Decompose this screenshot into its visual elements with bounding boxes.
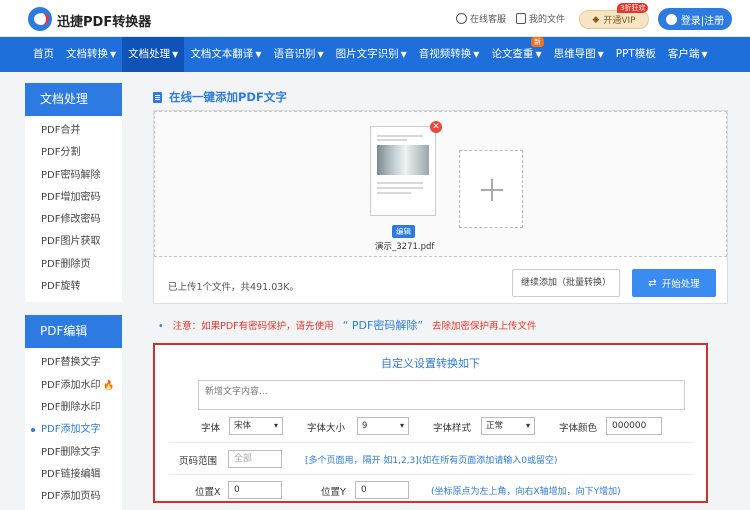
font-color-input[interactable] — [606, 417, 662, 435]
nav-item-9[interactable]: PPT模板 — [610, 37, 662, 72]
sidebar-item[interactable]: PDF删除页 — [25, 254, 122, 276]
settings-title: 自定义设置转换如下 — [381, 357, 480, 370]
caret-down-icon: ▼ — [172, 50, 179, 59]
chevron-down-icon: ▾ — [273, 421, 278, 430]
new-badge: 新 — [531, 37, 544, 47]
sidebar: 文档处理 PDF合并 PDF分割 PDF密码解除 PDF增加密码 PDF修改密码 PDF图… — [25, 83, 122, 510]
position-x-input[interactable] — [228, 481, 282, 499]
nav-item-10[interactable]: 客户端 ▼ — [662, 37, 714, 72]
sidebar-section-pdf-edit: PDF编辑 — [25, 315, 122, 349]
start-processing-button[interactable]: ⇄ 开始处理 — [632, 269, 716, 297]
continue-add-button[interactable]: 继续添加（批量转换） — [512, 269, 620, 297]
main-nav: 首页 文档转换 ▼ 文档处理 ▼ 文档文本翻译 ▼ 语音识别 ▼ 图片文字识别 ▼ 音视频转换 ▼ 论文查… — [0, 37, 750, 72]
pdf-password-remove-link[interactable]: “ PDF密码解除” — [343, 319, 423, 332]
plus-icon — [481, 179, 503, 201]
sidebar-item[interactable]: PDF删除水印 — [25, 397, 122, 419]
sidebar-item[interactable]: PDF合并 — [25, 120, 122, 142]
page-title: 在线一键添加PDF文字 — [153, 89, 287, 105]
nav-item-8[interactable]: 思维导图 ▼ — [548, 37, 610, 72]
custom-settings-box: 自定义设置转换如下 字体 宋体▾ 字体大小 9▾ 字体样式 正常▾ 字体颜色 页… — [153, 343, 708, 503]
font-style-label: 字体样式 — [433, 423, 472, 434]
remove-file-close-icon[interactable]: ✕ — [430, 121, 442, 133]
nav-item-3[interactable]: 文档文本翻译 ▼ — [184, 37, 267, 72]
nav-item-4[interactable]: 语音识别 ▼ — [267, 37, 329, 72]
file-name: 演示_3271.pdf — [375, 242, 435, 252]
nav-item-0[interactable]: 首页 — [27, 37, 60, 72]
sidebar-list-pdf-edit: PDF替换文字 PDF添加水印 🔥 PDF删除水印 PDF添加文字 PDF删除文字 PDF… — [25, 348, 122, 510]
fire-icon: 🔥 — [100, 380, 115, 391]
font-size-select[interactable]: 9 ▾ — [357, 417, 409, 435]
caret-down-icon: ▼ — [255, 50, 262, 59]
text-content-input[interactable] — [198, 380, 685, 410]
sidebar-item[interactable]: PDF密码解除 — [25, 165, 122, 187]
caret-down-icon: ▼ — [110, 50, 117, 59]
caret-down-icon: ▼ — [597, 50, 604, 59]
sidebar-item[interactable]: PDF图片获取 — [25, 231, 122, 253]
sidebar-item[interactable]: PDF添加文字 — [25, 419, 122, 441]
sidebar-item[interactable]: PDF替换文字 — [25, 352, 122, 374]
caret-down-icon: ▼ — [400, 50, 407, 59]
password-note: • 注意：如果PDF有密码保护，请先使用 “ PDF密码解除” 去除加密保护再上… — [158, 319, 537, 332]
page-range-label: 页码范围 — [179, 456, 218, 467]
swap-icon: ⇄ — [648, 277, 657, 289]
upload-panel: ✕ 编辑 演示_3271.pdf 已上传1个文件，共491.03K。 继续添加（… — [153, 110, 728, 304]
sidebar-section-doc-processing: 文档处理 — [25, 83, 122, 116]
font-size-label: 字体大小 — [307, 423, 346, 434]
sidebar-item[interactable]: PDF增加密码 — [25, 187, 122, 209]
sidebar-item[interactable]: PDF链接编辑 — [25, 464, 122, 486]
font-select[interactable]: 宋体 ▾ — [229, 417, 283, 435]
document-icon — [516, 13, 526, 24]
my-files-link[interactable]: 我的文件 — [516, 12, 565, 25]
caret-down-icon: ▼ — [473, 50, 480, 59]
font-style-select[interactable]: 正常 ▾ — [481, 417, 535, 435]
caret-down-icon: ▼ — [701, 50, 708, 59]
position-x-label: 位置X — [195, 487, 221, 498]
edit-file-button[interactable]: 编辑 — [392, 225, 415, 238]
sidebar-item[interactable]: PDF删除文字 — [25, 442, 122, 464]
file-thumbnail[interactable] — [370, 126, 436, 216]
headset-icon — [456, 13, 467, 24]
login-register-button[interactable]: 登录|注册 — [658, 8, 732, 30]
brand-logo-icon[interactable] — [28, 7, 52, 31]
add-file-button[interactable] — [459, 150, 523, 228]
nav-item-6[interactable]: 音视频转换 ▼ — [413, 37, 486, 72]
nav-item-1[interactable]: 文档转换 ▼ — [60, 37, 122, 72]
user-icon — [665, 13, 677, 25]
nav-item-5[interactable]: 图片文字识别 ▼ — [330, 37, 413, 72]
upload-summary: 已上传1个文件，共491.03K。 — [168, 282, 300, 293]
sidebar-item[interactable]: PDF旋转 — [25, 276, 122, 298]
position-hint: (坐标原点为左上角，向右X轴增加，向下Y增加) — [431, 487, 621, 497]
chevron-down-icon: ▾ — [399, 421, 404, 430]
caret-down-icon: ▼ — [535, 50, 542, 59]
top-header: 迅捷PDF转换器 在线客服 我的文件 ◆ 开通VIP 3折狂欢 登录|注册 — [0, 0, 750, 37]
sidebar-list-doc-processing: PDF合并 PDF分割 PDF密码解除 PDF增加密码 PDF修改密码 PDF图片获取 PD… — [25, 116, 122, 303]
nav-item-2[interactable]: 文档处理 ▼ — [122, 37, 185, 72]
sidebar-item[interactable]: PDF修改密码 — [25, 209, 122, 231]
position-y-input[interactable] — [355, 481, 409, 499]
thumbnail-image — [377, 145, 429, 175]
position-y-label: 位置Y — [321, 487, 346, 498]
sidebar-item[interactable]: PDF添加水印 🔥 — [25, 375, 122, 397]
caret-down-icon: ▼ — [317, 50, 324, 59]
sidebar-item[interactable]: PDF添加页码 — [25, 486, 122, 508]
diamond-icon: ◆ — [592, 14, 600, 25]
bullet-icon: • — [158, 321, 164, 332]
document-icon — [153, 91, 162, 103]
font-color-label: 字体颜色 — [559, 423, 598, 434]
font-label: 字体 — [201, 423, 221, 434]
chevron-down-icon: ▾ — [525, 421, 530, 430]
brand-name[interactable]: 迅捷PDF转换器 — [57, 11, 151, 30]
sidebar-item[interactable]: PDF分割 — [25, 142, 122, 164]
customer-service-link[interactable]: 在线客服 — [456, 12, 506, 25]
upload-drop-area[interactable]: ✕ 编辑 演示_3271.pdf — [154, 111, 727, 257]
page-range-hint: [多个页面用，隔开 如1,2,3](如在所有页面添加请输入0或留空) — [305, 456, 558, 466]
page-range-input[interactable] — [228, 450, 282, 468]
vip-promo-badge: 3折狂欢 — [617, 3, 649, 13]
